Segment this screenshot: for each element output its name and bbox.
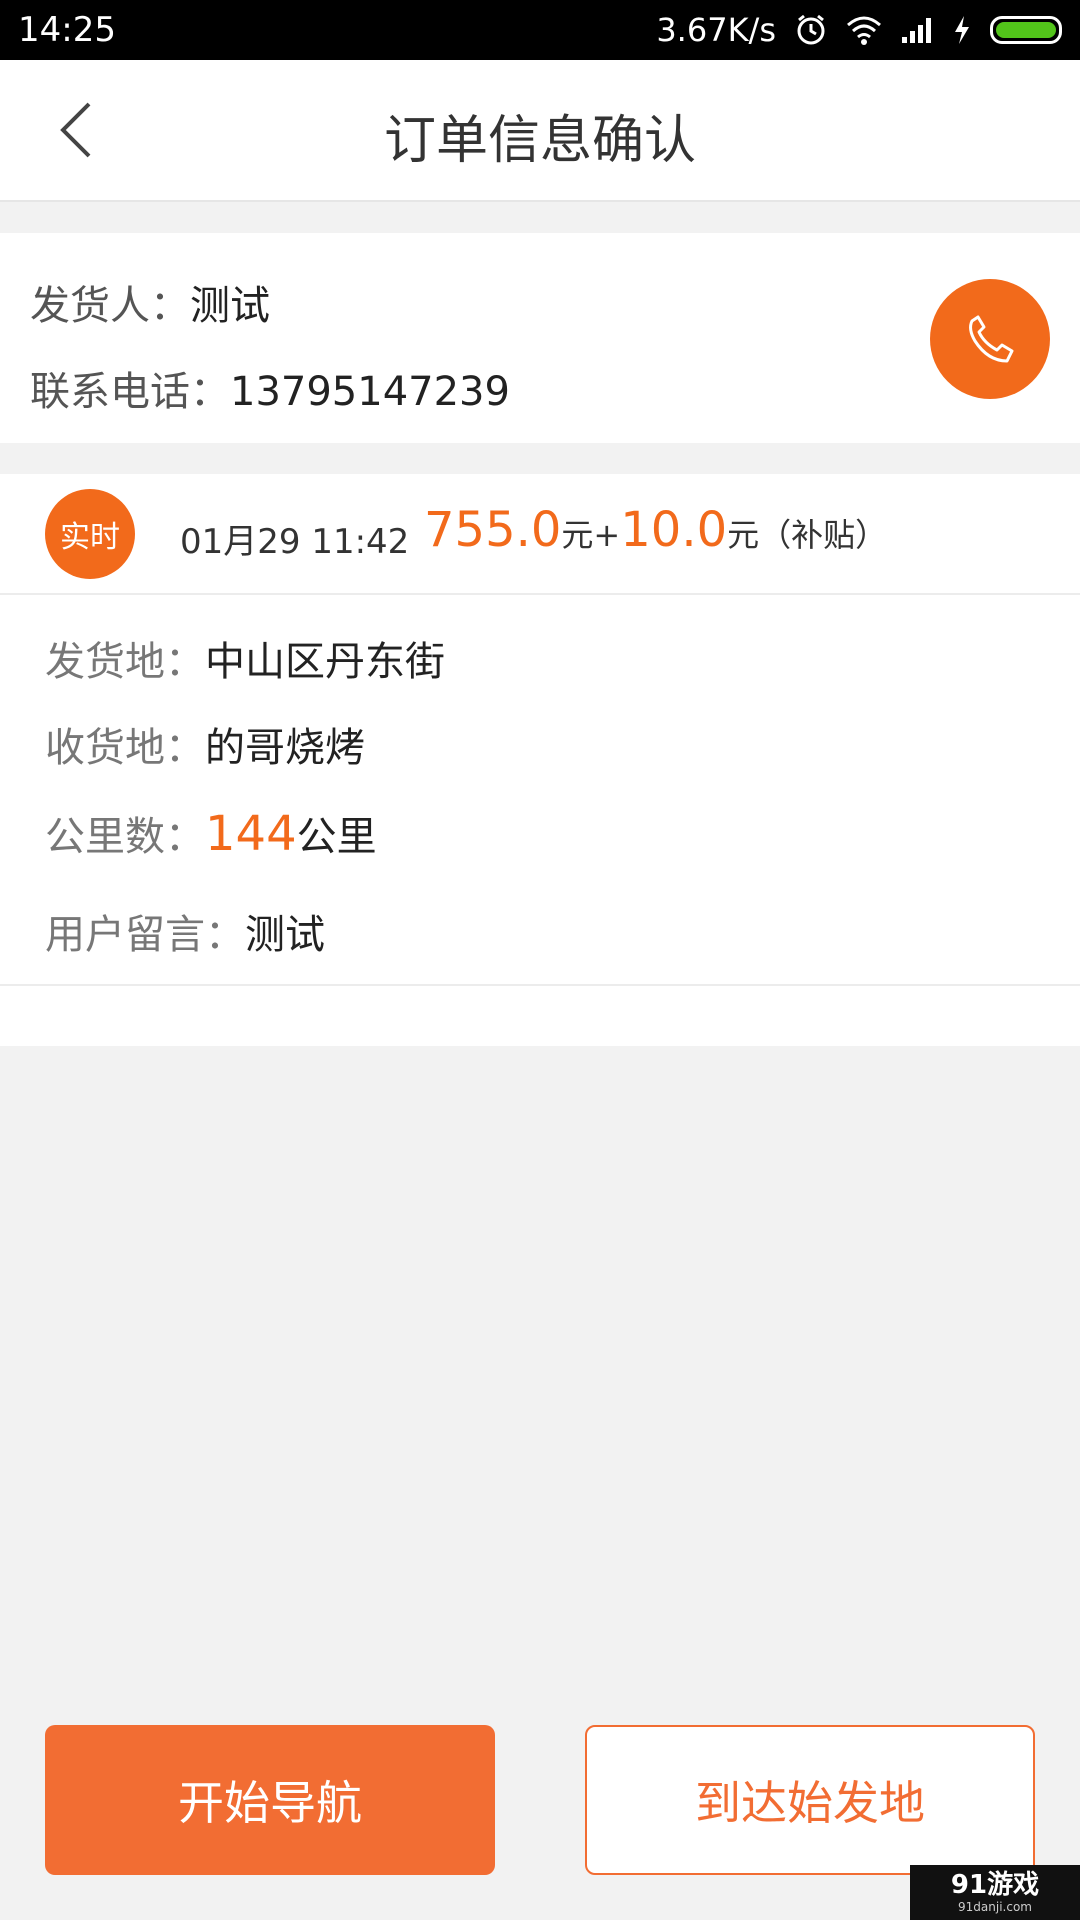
signal-icon xyxy=(900,15,934,45)
watermark-main: 91游戏 xyxy=(950,1870,1040,1900)
distance-unit: 公里 xyxy=(296,814,377,860)
sender-name-label: 发货人： xyxy=(30,283,190,329)
origin-row: 发货地：中山区丹东街 xyxy=(45,629,445,687)
header: 订单信息确认 xyxy=(0,60,1080,202)
sender-name-row: 发货人：测试 xyxy=(30,273,270,331)
status-time: 14:25 xyxy=(18,10,116,50)
order-card: 实时 01月29 11:42 755.0元+10.0元（补贴） 发货地：中山区丹… xyxy=(0,474,1080,1046)
distance-value: 144 xyxy=(205,806,297,862)
destination-label: 收货地： xyxy=(45,725,205,771)
status-bar: 14:25 3.67K/s xyxy=(0,0,1080,60)
divider xyxy=(0,984,1080,986)
page-title: 订单信息确认 xyxy=(383,111,696,171)
realtime-badge: 实时 xyxy=(45,489,135,579)
wifi-icon xyxy=(846,15,882,45)
destination-row: 收货地：的哥烧烤 xyxy=(45,715,365,773)
order-time: 01月29 11:42 xyxy=(180,522,410,562)
destination-value: 的哥烧烤 xyxy=(205,725,365,771)
battery-icon xyxy=(990,16,1062,44)
note-label: 用户留言： xyxy=(45,912,245,958)
price-line: 755.0元+10.0元（补贴） xyxy=(424,502,887,558)
origin-label: 发货地： xyxy=(45,639,205,685)
subsidy-value: 10.0 xyxy=(620,502,728,558)
sender-phone-value: 13795147239 xyxy=(230,369,510,415)
price-unit: 元+ xyxy=(561,516,621,554)
network-speed: 3.67K/s xyxy=(656,11,776,49)
distance-row: 公里数：144公里 xyxy=(45,804,377,862)
phone-icon xyxy=(969,315,1014,363)
alarm-icon xyxy=(794,13,828,47)
start-navigation-button[interactable]: 开始导航 xyxy=(45,1725,495,1875)
distance-label: 公里数： xyxy=(45,814,205,860)
price-value: 755.0 xyxy=(424,502,562,558)
charging-icon xyxy=(952,15,972,45)
note-value: 测试 xyxy=(245,912,325,958)
sender-card: 发货人：测试 联系电话：13795147239 xyxy=(0,233,1080,443)
sender-phone-row: 联系电话：13795147239 xyxy=(30,359,510,417)
screen: 14:25 3.67K/s 订单信息确认 发货人：测试 联系电话：1379514… xyxy=(0,0,1080,1920)
note-row: 用户留言：测试 xyxy=(45,902,325,960)
sender-phone-label: 联系电话： xyxy=(30,369,230,415)
order-header: 实时 01月29 11:42 755.0元+10.0元（补贴） xyxy=(0,474,1080,595)
origin-value: 中山区丹东街 xyxy=(205,639,445,685)
watermark: 91游戏 91danji.com xyxy=(910,1865,1080,1920)
arrive-origin-button[interactable]: 到达始发地 xyxy=(585,1725,1035,1875)
watermark-sub: 91danji.com xyxy=(958,1900,1032,1914)
status-right: 3.67K/s xyxy=(656,11,1062,49)
sender-name-value: 测试 xyxy=(190,283,270,329)
subsidy-unit: 元（补贴） xyxy=(727,516,888,554)
call-button[interactable] xyxy=(930,279,1050,399)
